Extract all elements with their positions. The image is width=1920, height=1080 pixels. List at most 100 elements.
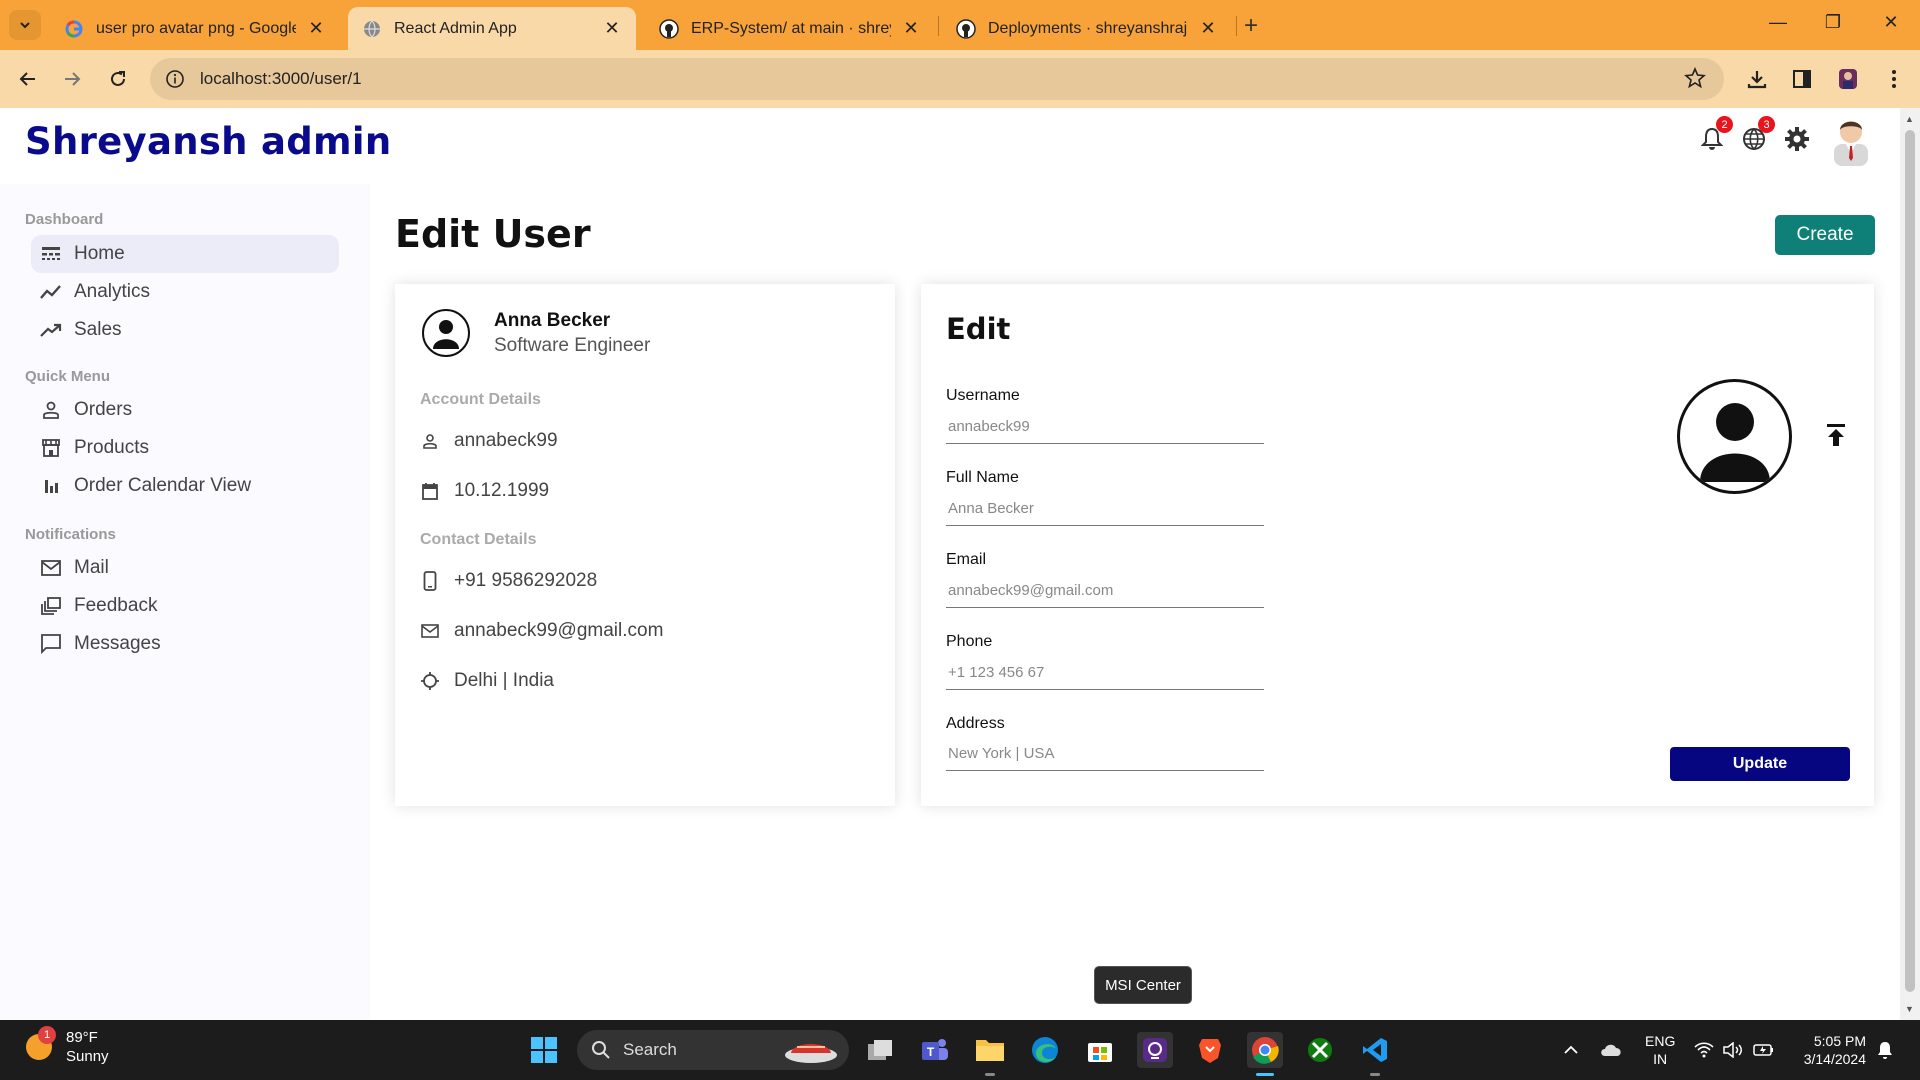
back-button[interactable]: [13, 64, 43, 94]
scroll-up-arrow-icon[interactable]: ▲: [1905, 114, 1914, 124]
notification-center-button[interactable]: [1876, 1020, 1894, 1080]
restore-icon[interactable]: ❐: [1818, 12, 1848, 33]
store-app[interactable]: [1082, 1032, 1118, 1068]
battery-charging-icon: [1753, 1044, 1773, 1056]
sidebar-item-products[interactable]: Products: [31, 429, 339, 467]
sidebar-item-analytics[interactable]: Analytics: [31, 273, 339, 311]
tab-react-admin[interactable]: React Admin App ✕: [348, 7, 636, 50]
chrome-app[interactable]: [1247, 1032, 1283, 1076]
mail-outline-icon: [420, 621, 440, 641]
xbox-app[interactable]: [1302, 1032, 1338, 1068]
weather-badge: 1: [38, 1026, 56, 1044]
clock-date: 3/14/2024: [1803, 1051, 1866, 1067]
full-name-input[interactable]: [946, 492, 1264, 526]
sidebar-item-orders[interactable]: Orders: [31, 391, 339, 429]
close-icon[interactable]: ✕: [901, 18, 921, 39]
user-avatar[interactable]: [1828, 114, 1874, 166]
dynamic-feed-icon: [40, 595, 62, 617]
page-scrollbar[interactable]: ▲ ▼: [1900, 108, 1920, 1020]
storefront-icon: [40, 437, 62, 459]
brave-lion-icon: [1199, 1039, 1221, 1063]
url-text: localhost:3000/user/1: [200, 69, 362, 88]
info-icon[interactable]: [164, 68, 186, 90]
sidebar-item-feedback[interactable]: Feedback: [31, 587, 339, 625]
edge-app[interactable]: [1027, 1032, 1063, 1068]
app-root: Shreyansh admin 2 3 Dashboard Home Analy…: [0, 108, 1900, 1020]
sidebar-item-home[interactable]: Home: [31, 235, 339, 273]
tab-google-search[interactable]: user pro avatar png - Google Se ✕: [50, 7, 340, 50]
chrome-icon: [1252, 1037, 1279, 1064]
sidebar-section-title: Quick Menu: [25, 368, 111, 385]
clock[interactable]: 5:05 PM 3/14/2024: [1796, 1020, 1866, 1080]
phone-input[interactable]: [946, 656, 1264, 690]
sidebar-item-mail[interactable]: Mail: [31, 549, 339, 587]
onedrive-tray[interactable]: [1600, 1020, 1622, 1080]
email-input[interactable]: [946, 574, 1264, 608]
address-input[interactable]: [946, 737, 1264, 771]
tab-deployments[interactable]: Deployments · shreyanshrajak/E ✕: [942, 7, 1232, 50]
volume-tray[interactable]: [1723, 1020, 1743, 1080]
tray-overflow-button[interactable]: [1563, 1020, 1579, 1080]
brave-app[interactable]: [1192, 1032, 1228, 1068]
chevron-up-icon: [1564, 1045, 1578, 1054]
app-logo[interactable]: Shreyansh admin: [25, 120, 392, 163]
sidebar-item-label: Sales: [74, 319, 122, 340]
update-button[interactable]: Update: [1670, 747, 1850, 781]
language-button[interactable]: 3: [1737, 116, 1775, 156]
user-avatar-large: [1677, 379, 1792, 494]
start-button[interactable]: [526, 1032, 562, 1068]
task-view-button[interactable]: [862, 1032, 898, 1068]
taskbar-search[interactable]: Search: [577, 1030, 849, 1070]
vscode-app[interactable]: [1357, 1032, 1393, 1076]
scroll-down-arrow-icon[interactable]: ▼: [1905, 1004, 1914, 1014]
network-tray[interactable]: [1694, 1020, 1714, 1080]
sidebar-item-label: Home: [74, 243, 125, 264]
minimize-icon[interactable]: —: [1763, 12, 1793, 33]
tab-search-button[interactable]: [9, 10, 41, 40]
search-icon: [592, 1041, 610, 1059]
more-vert-icon[interactable]: [1880, 65, 1908, 93]
scroll-thumb[interactable]: [1905, 130, 1915, 992]
notifications-button[interactable]: 2: [1695, 116, 1733, 156]
user-email: annabeck99@gmail.com: [454, 620, 664, 641]
weather-widget[interactable]: 1 89°F Sunny: [26, 1026, 109, 1066]
profile-icon[interactable]: [1834, 65, 1862, 93]
forward-button[interactable]: [57, 64, 87, 94]
sidebar-item-order-calendar-view[interactable]: Order Calendar View: [31, 467, 339, 505]
language-badge: 3: [1758, 116, 1775, 133]
sidebar-item-sales[interactable]: Sales: [31, 311, 339, 349]
download-icon[interactable]: [1743, 65, 1771, 93]
user-show-header: Anna Becker Software Engineer: [422, 309, 650, 357]
close-icon[interactable]: ✕: [1198, 18, 1218, 39]
tab-erp-system[interactable]: ERP-System/ at main · shreyansh ✕: [645, 7, 935, 50]
reload-button[interactable]: [103, 64, 133, 94]
mail-outline-icon: [40, 557, 62, 579]
reload-icon: [111, 71, 125, 86]
bookmark-star-icon[interactable]: [1684, 66, 1706, 94]
svg-text:T: T: [927, 1045, 935, 1059]
username-input[interactable]: [946, 410, 1264, 444]
language-indicator[interactable]: ENG IN: [1645, 1020, 1675, 1080]
sidebar-item-label: Products: [74, 437, 149, 458]
create-button[interactable]: Create: [1775, 215, 1875, 255]
upload-icon[interactable]: [1823, 422, 1849, 448]
new-tab-button[interactable]: +: [1244, 12, 1258, 40]
teams-app[interactable]: T: [917, 1032, 953, 1068]
window-close-icon[interactable]: ✕: [1876, 12, 1906, 33]
close-icon[interactable]: ✕: [306, 18, 326, 39]
file-explorer-app[interactable]: [972, 1032, 1008, 1076]
msi-center-icon: [1143, 1038, 1167, 1062]
close-icon[interactable]: ✕: [602, 18, 622, 39]
user-username: annabeck99: [454, 430, 558, 451]
battery-tray[interactable]: [1753, 1020, 1775, 1080]
user-location: Delhi | India: [454, 670, 554, 691]
sidebar-item-messages[interactable]: Messages: [31, 625, 339, 663]
side-panel-icon[interactable]: [1788, 65, 1816, 93]
sidebar-section-title: Notifications: [25, 526, 116, 543]
msi-center-app[interactable]: [1137, 1032, 1173, 1068]
sidebar-item-label: Orders: [74, 399, 133, 420]
address-bar[interactable]: localhost:3000/user/1: [150, 58, 1724, 100]
settings-button[interactable]: [1780, 122, 1814, 156]
sun-icon: 1: [26, 1026, 56, 1060]
github-icon: [956, 18, 976, 39]
